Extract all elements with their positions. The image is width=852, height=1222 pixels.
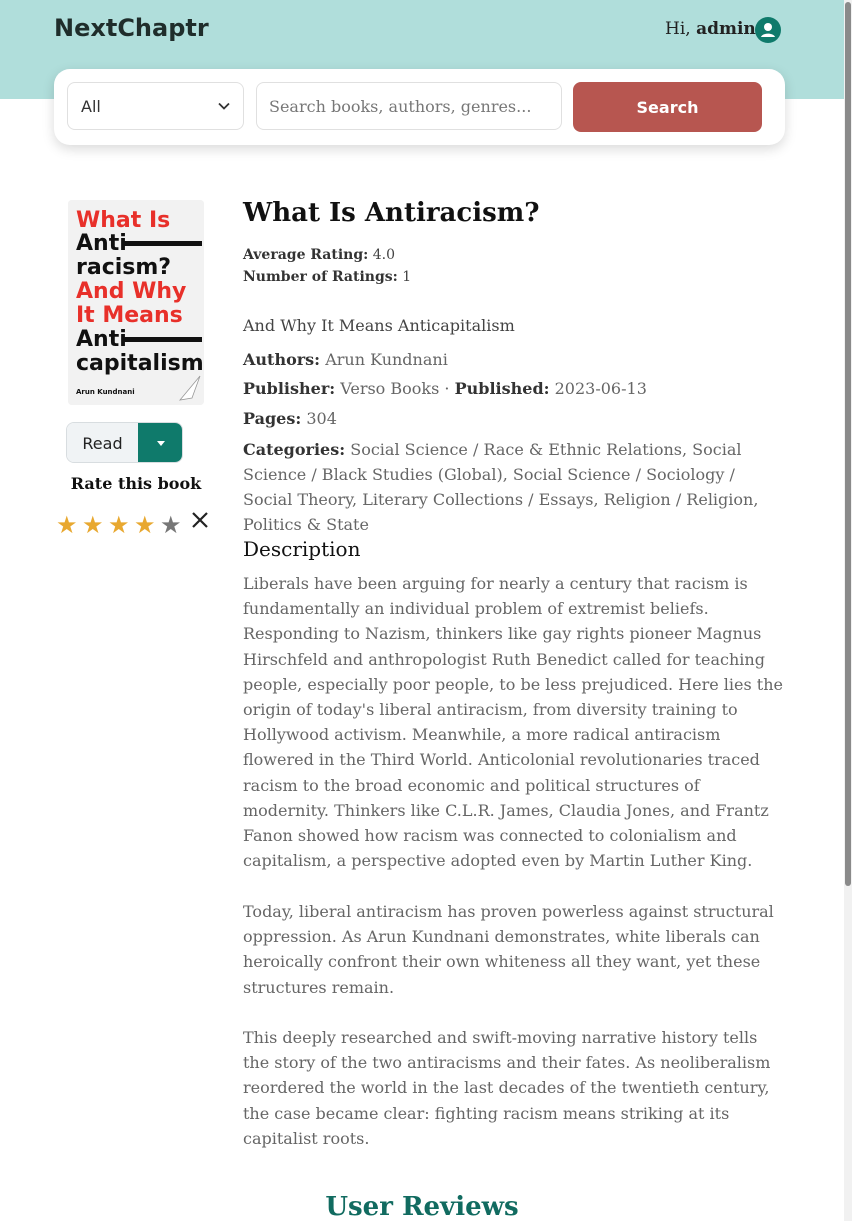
- average-rating: Average Rating: 4.0: [243, 247, 395, 263]
- star-filled-icon[interactable]: ★: [108, 512, 130, 538]
- clear-rating-icon[interactable]: [190, 510, 210, 530]
- svg-text:Anti: Anti: [76, 231, 127, 256]
- authors-label: Authors:: [243, 350, 321, 369]
- search-input[interactable]: [256, 82, 562, 130]
- user-greeting: Hi, admin: [665, 19, 756, 39]
- book-pages: Pages: 304: [243, 409, 783, 428]
- star-filled-icon[interactable]: ★: [56, 512, 78, 538]
- number-of-ratings-label: Number of Ratings:: [243, 269, 398, 285]
- pages-label: Pages:: [243, 409, 302, 428]
- pages-value: 304: [306, 409, 337, 428]
- scrollbar-thumb[interactable]: [845, 2, 851, 886]
- svg-text:capitalism: capitalism: [76, 351, 204, 376]
- star-filled-icon[interactable]: ★: [134, 512, 156, 538]
- number-of-ratings: Number of Ratings: 1: [243, 269, 411, 285]
- chevron-down-icon: [218, 102, 230, 110]
- star-empty-icon[interactable]: ★: [160, 512, 182, 538]
- description-paragraph: This deeply researched and swift-moving …: [243, 1028, 771, 1148]
- star-filled-icon[interactable]: ★: [82, 512, 104, 538]
- book-authors: Authors: Arun Kundnani: [243, 350, 783, 369]
- read-status-dropdown-button[interactable]: [138, 423, 182, 462]
- greeting-text: Hi,: [665, 19, 691, 39]
- search-button[interactable]: Search: [573, 82, 762, 132]
- publisher-label: Publisher:: [243, 379, 336, 398]
- categories-label: Categories:: [243, 440, 346, 459]
- book-publication-info: Publisher: Verso Books · Published: 2023…: [243, 379, 783, 398]
- svg-text:It Means: It Means: [76, 303, 183, 328]
- user-reviews-heading: User Reviews: [325, 1192, 519, 1222]
- book-title: What Is Antiracism?: [243, 198, 540, 228]
- svg-text:What Is: What Is: [76, 208, 170, 233]
- average-rating-label: Average Rating:: [243, 247, 369, 263]
- read-button[interactable]: Read: [67, 423, 138, 462]
- authors-value: Arun Kundnani: [325, 350, 448, 369]
- rate-this-book-label: Rate this book: [70, 474, 202, 493]
- read-status-button-group: Read: [66, 422, 183, 463]
- svg-text:Anti: Anti: [76, 327, 127, 352]
- app-logo[interactable]: NextChaptr: [54, 14, 209, 42]
- username: admin: [696, 19, 756, 39]
- publisher-value: Verso Books: [340, 379, 440, 398]
- description-paragraph: Liberals have been arguing for nearly a …: [243, 574, 783, 871]
- published-label: Published:: [454, 379, 550, 398]
- description-paragraph: Today, liberal antiracism has proven pow…: [243, 902, 774, 997]
- page-scrollbar[interactable]: [844, 0, 852, 1221]
- number-of-ratings-value: 1: [402, 269, 412, 285]
- svg-text:And Why: And Why: [76, 279, 186, 304]
- svg-text:Arun Kundnani: Arun Kundnani: [76, 388, 135, 396]
- user-avatar-icon[interactable]: [755, 17, 781, 43]
- description-heading: Description: [243, 537, 361, 561]
- book-cover-image: What Is Anti racism? And Why It Means An…: [68, 200, 204, 405]
- separator: ·: [444, 379, 450, 398]
- filter-selected-value: All: [81, 96, 101, 116]
- published-value: 2023-06-13: [554, 379, 647, 398]
- book-subtitle: And Why It Means Anticapitalism: [243, 316, 515, 335]
- svg-text:racism?: racism?: [76, 255, 171, 280]
- category-filter-select[interactable]: All: [67, 82, 244, 130]
- caret-down-icon: [157, 440, 165, 446]
- average-rating-value: 4.0: [372, 247, 396, 263]
- book-categories: Categories: Social Science / Race & Ethn…: [243, 437, 788, 537]
- search-bar: All Search: [54, 69, 785, 145]
